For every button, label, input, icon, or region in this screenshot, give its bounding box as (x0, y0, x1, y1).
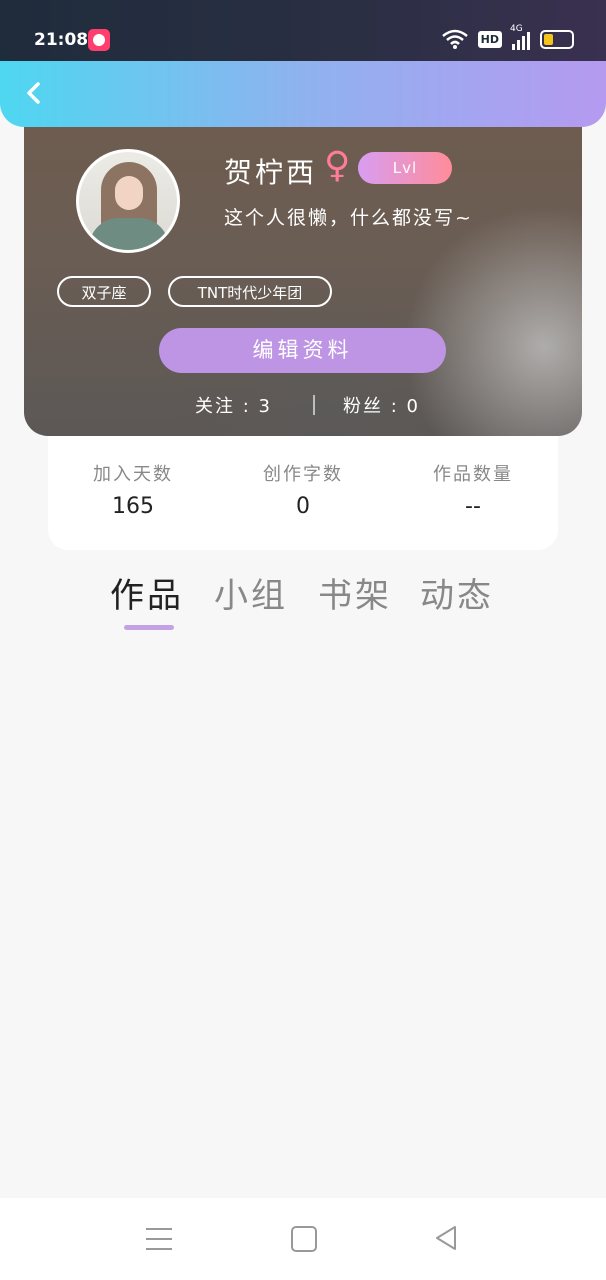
network-label: 4G (510, 24, 523, 34)
divider (313, 395, 315, 415)
signal-icon: 4G (510, 24, 530, 50)
user-name: 贺柠西 (224, 156, 318, 189)
tab-activity[interactable]: 动态 (420, 568, 494, 617)
hd-badge: HD (477, 30, 502, 48)
tab-groups[interactable]: 小组 (214, 568, 288, 617)
tag-fandom[interactable]: TNT时代少年团 (168, 276, 332, 307)
following-count[interactable]: 关注 : 3 (195, 392, 272, 418)
tag-zodiac[interactable]: 双子座 (57, 276, 151, 307)
female-gender-icon: ♀ (324, 145, 351, 186)
tab-works[interactable]: 作品 (110, 568, 184, 617)
stat-value: 165 (112, 494, 154, 519)
active-tab-indicator (124, 625, 174, 630)
home-square-icon[interactable] (291, 1226, 317, 1252)
app-notification-icon (88, 29, 110, 51)
user-bio: 这个人很懒，什么都没写~ (224, 207, 473, 229)
menu-icon[interactable] (146, 1228, 172, 1258)
stat-label: 加入天数 (93, 464, 173, 485)
edit-profile-button[interactable]: 编辑资料 (159, 328, 446, 373)
stat-value: 0 (296, 494, 310, 519)
level-badge: Lvl (358, 152, 452, 184)
stat-label: 创作字数 (263, 464, 343, 485)
chevron-left-icon (27, 82, 40, 104)
stat-join-days: 加入天数 165 (48, 460, 218, 519)
status-bar: 21:08 HD 4G (0, 0, 606, 62)
stats-panel: 加入天数 165 创作字数 0 作品数量 -- (48, 430, 558, 550)
triangle-back-icon[interactable] (433, 1224, 461, 1252)
tab-bookshelf[interactable]: 书架 (318, 568, 392, 617)
stat-works-count: 作品数量 -- (388, 460, 558, 519)
fans-count[interactable]: 粉丝 : 0 (343, 392, 420, 418)
header-bar (0, 61, 606, 127)
stat-word-count: 创作字数 0 (218, 460, 388, 519)
back-button[interactable] (18, 76, 52, 110)
avatar[interactable] (76, 149, 180, 253)
stat-value: -- (465, 494, 481, 519)
battery-icon (540, 29, 574, 49)
status-time: 21:08 (34, 30, 89, 50)
wifi-icon (441, 29, 468, 49)
stat-label: 作品数量 (433, 464, 513, 485)
profile-card: 贺柠西 ♀ Lvl 这个人很懒，什么都没写~ 双子座 TNT时代少年团 编辑资料… (24, 107, 582, 436)
status-indicators: HD 4G (441, 24, 574, 50)
system-nav-bar (0, 1198, 606, 1280)
